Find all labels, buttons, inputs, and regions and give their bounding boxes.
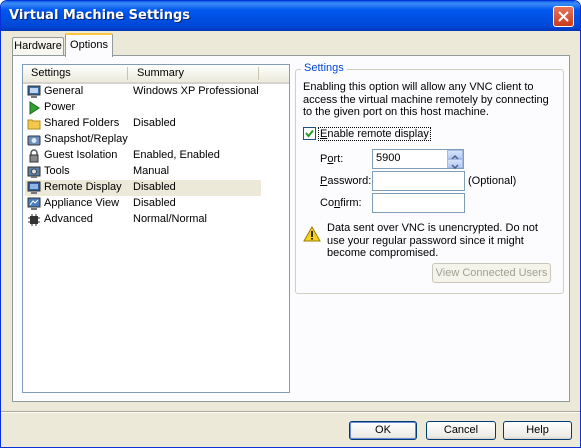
column-header-summary[interactable]: Summary	[137, 67, 184, 79]
chevron-down-icon	[451, 164, 459, 170]
monitor-icon	[27, 85, 41, 98]
port-label: Port:	[320, 153, 344, 165]
list-item-summary: Disabled	[133, 117, 176, 129]
tab-options[interactable]: Options	[65, 33, 113, 57]
list-item-summary: Enabled, Enabled	[133, 149, 220, 161]
list-item-shared-folders[interactable]: Shared Folders Disabled	[25, 116, 261, 132]
appliance-icon	[27, 197, 41, 210]
enable-remote-display-label[interactable]: Enable remote display	[318, 127, 431, 141]
list-item-name: Shared Folders	[44, 117, 120, 129]
settings-group-title: Settings	[301, 62, 347, 74]
list-item-advanced[interactable]: Advanced Normal/Normal	[25, 212, 261, 228]
list-item-summary: Disabled	[133, 197, 176, 209]
port-spin-up-button[interactable]	[447, 150, 463, 160]
list-item-name: Snapshot/Replay	[44, 133, 128, 145]
confirm-label: Confirm:	[320, 197, 362, 209]
window-title: Virtual Machine Settings	[9, 8, 191, 23]
list-item-power[interactable]: Power	[25, 100, 261, 116]
column-separator[interactable]	[127, 67, 128, 80]
port-spinner[interactable]	[447, 150, 463, 170]
column-separator[interactable]	[258, 67, 259, 80]
chip-icon	[28, 214, 40, 226]
list-item-summary: Manual	[133, 165, 170, 177]
list-item-name: Appliance View	[44, 197, 120, 209]
view-connected-users-button[interactable]: View Connected Users	[432, 263, 551, 283]
list-item-tools[interactable]: Tools Manual	[25, 164, 261, 180]
confirm-input[interactable]	[372, 193, 465, 213]
port-value: 5900	[376, 152, 401, 164]
password-label: Password:	[320, 175, 372, 187]
list-item-name: Guest Isolation	[44, 149, 118, 161]
list-item-name: Tools	[44, 165, 70, 177]
password-input[interactable]	[372, 171, 465, 191]
enable-remote-display-checkbox[interactable]	[303, 127, 316, 140]
list-header: Settings Summary	[23, 65, 289, 84]
title-bar[interactable]: Virtual Machine Settings	[1, 1, 580, 31]
list-item-name: General	[44, 85, 84, 97]
list-item-name: Power	[44, 101, 76, 113]
list-item-snapshot-replay[interactable]: Snapshot/Replay	[25, 132, 261, 148]
help-button[interactable]: Help	[503, 421, 572, 440]
settings-list[interactable]: Settings Summary General Windows XP Prof…	[22, 64, 290, 393]
remote-display-description: Enabling this option will allow any VNC …	[303, 81, 549, 118]
list-item-summary: Disabled	[133, 181, 176, 193]
ok-button[interactable]: OK	[349, 421, 417, 440]
tab-hardware[interactable]: Hardware	[12, 37, 64, 55]
list-item-appliance-view[interactable]: Appliance View Disabled	[25, 196, 261, 212]
port-spin-down-button[interactable]	[447, 159, 463, 170]
list-item-summary: Windows XP Professional	[133, 85, 259, 97]
column-header-settings[interactable]: Settings	[31, 67, 71, 79]
password-optional-hint: (Optional)	[468, 175, 517, 187]
close-button[interactable]	[553, 6, 574, 27]
folder-icon	[27, 119, 41, 130]
lock-icon	[29, 149, 39, 163]
footer-separator	[1, 411, 580, 413]
close-icon	[558, 11, 569, 22]
settings-dialog: Virtual Machine Settings Hardware Option…	[0, 0, 581, 448]
tab-options-label: Options	[70, 39, 108, 51]
cancel-button[interactable]: Cancel	[426, 421, 496, 440]
list-item-name: Advanced	[44, 213, 93, 225]
vnc-warning-text: Data sent over VNC is unencrypted. Do no…	[327, 222, 538, 259]
tab-hardware-label: Hardware	[14, 40, 62, 52]
list-item-general[interactable]: General Windows XP Professional	[25, 84, 261, 100]
warning-icon	[303, 226, 321, 242]
list-item-remote-display[interactable]: Remote Display Disabled	[25, 180, 261, 196]
play-icon	[29, 101, 40, 115]
tools-icon	[27, 166, 41, 178]
checkmark-icon	[305, 129, 314, 138]
list-item-name: Remote Display	[44, 181, 122, 193]
remote-display-icon	[27, 181, 41, 194]
camera-icon	[27, 135, 41, 146]
list-item-guest-isolation[interactable]: Guest Isolation Enabled, Enabled	[25, 148, 261, 164]
list-item-summary: Normal/Normal	[133, 213, 207, 225]
